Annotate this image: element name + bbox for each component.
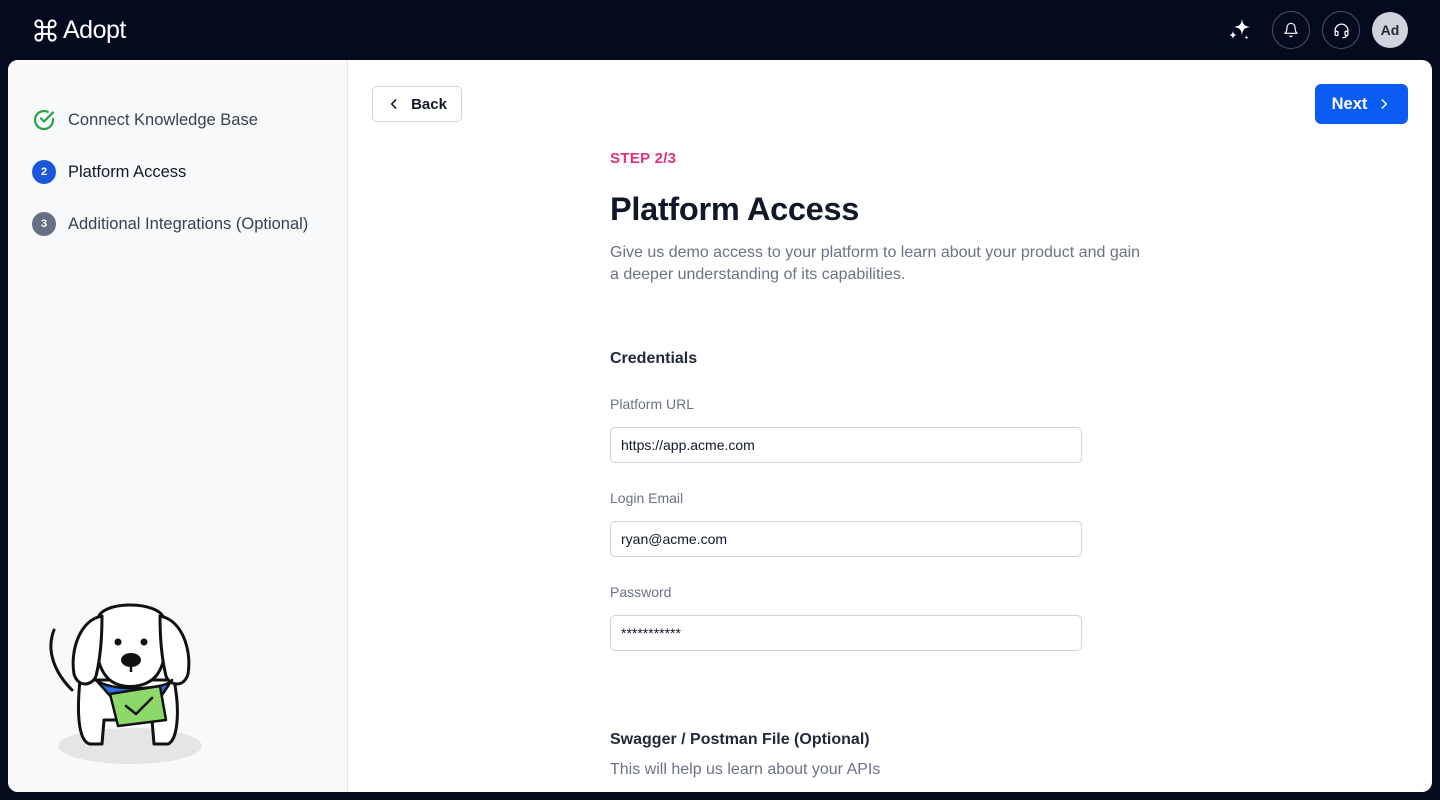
chevron-left-icon — [390, 99, 397, 109]
support-button[interactable] — [1322, 11, 1360, 49]
password-input[interactable] — [610, 615, 1082, 651]
app-name: Adopt — [63, 15, 126, 44]
dog-mascot-illustration — [49, 603, 202, 764]
ai-assistant-button[interactable] — [1222, 12, 1258, 48]
step-indicator: STEP 2/3 — [610, 150, 677, 167]
step-connect-knowledge-base[interactable]: Connect Knowledge Base — [32, 108, 308, 132]
step-label: Connect Knowledge Base — [68, 110, 258, 129]
login-email-input[interactable] — [610, 521, 1082, 557]
page-description: Give us demo access to your platform to … — [610, 244, 1141, 283]
step-platform-access[interactable]: 2 Platform Access — [32, 160, 308, 184]
headset-icon — [1333, 22, 1349, 38]
platform-url-input[interactable] — [610, 427, 1082, 463]
back-label: Back — [411, 95, 447, 113]
app-logo[interactable]: Adopt — [32, 15, 126, 45]
top-bar: Adopt Ad — [0, 0, 1440, 60]
main-card: Connect Knowledge Base 2 Platform Access… — [8, 60, 1432, 792]
back-button[interactable]: Back — [372, 86, 462, 122]
step-number-badge: 3 — [32, 212, 56, 236]
login-email-label: Login Email — [610, 490, 684, 506]
bell-icon — [1284, 22, 1298, 38]
password-label: Password — [610, 584, 672, 600]
step-additional-integrations[interactable]: 3 Additional Integrations (Optional) — [32, 212, 308, 236]
user-avatar[interactable]: Ad — [1372, 12, 1408, 48]
step-label: Additional Integrations (Optional) — [68, 214, 309, 233]
top-actions: Ad — [1222, 11, 1408, 49]
swagger-description: This will help us learn about your APIs — [610, 761, 881, 778]
notifications-button[interactable] — [1272, 11, 1310, 49]
next-button[interactable]: Next — [1315, 84, 1408, 124]
page-title: Platform Access — [610, 191, 859, 227]
command-icon — [34, 18, 57, 42]
sparkle-icon — [1229, 19, 1250, 40]
credentials-heading: Credentials — [610, 350, 698, 367]
next-label: Next — [1331, 94, 1368, 113]
chevron-right-icon — [1381, 99, 1388, 109]
step-list: Connect Knowledge Base 2 Platform Access… — [32, 108, 308, 264]
check-circle-icon — [33, 109, 55, 131]
swagger-heading: Swagger / Postman File (Optional) — [610, 731, 870, 748]
onboarding-sidebar: Connect Knowledge Base 2 Platform Access… — [8, 60, 348, 792]
step-number-badge: 2 — [32, 160, 56, 184]
platform-url-label: Platform URL — [610, 396, 695, 412]
step-label: Platform Access — [68, 162, 187, 181]
